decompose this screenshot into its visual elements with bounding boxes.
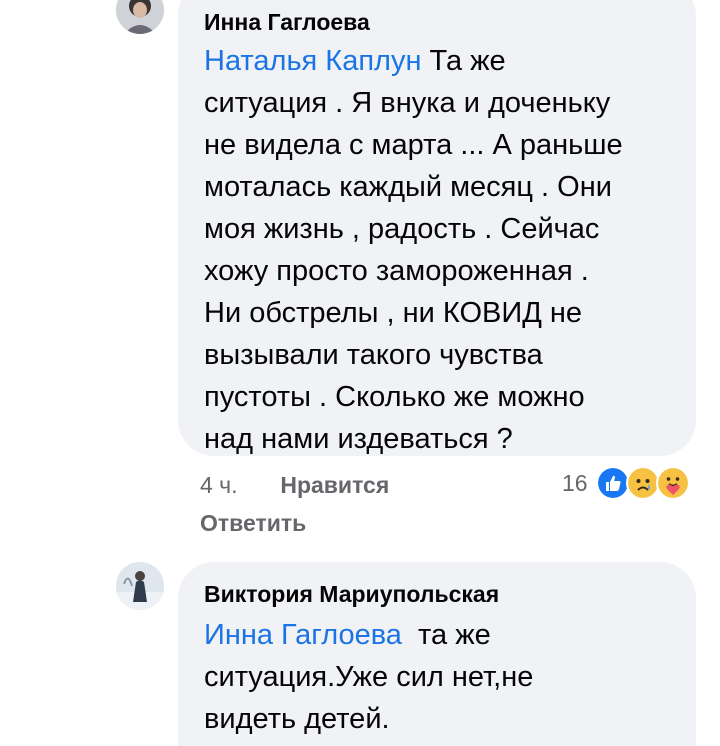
comment-text: Наталья Каплун Та же ситуация . Я внука … [204, 40, 670, 460]
comment-author[interactable]: Инна Гаглоева [204, 8, 670, 36]
comment-line: вызывали такого чувства [204, 339, 543, 371]
comment-thread: Инна Гаглоева Наталья Каплун Та же ситуа… [0, 0, 720, 746]
comment-line: ситуация . Я внука и доченьку [204, 87, 611, 119]
comment-bubble-1: Инна Гаглоева Наталья Каплун Та же ситуа… [178, 0, 696, 456]
comment-text: Инна Гаглоева та же ситуация.Уже сил нет… [204, 614, 670, 740]
comment-line: не видела с марта ... А раньше [204, 129, 623, 161]
comment-timestamp[interactable]: 4 ч. [200, 472, 238, 498]
reply-button[interactable]: Ответить [200, 510, 306, 536]
avatar-inna[interactable] [116, 0, 164, 34]
mention-link[interactable]: Инна Гаглоева [204, 619, 402, 651]
reply-row: Ответить [200, 510, 306, 537]
like-button[interactable]: Нравится [280, 472, 389, 498]
comment-line: видеть детей. [204, 703, 390, 735]
comment-line: Ни обстрелы , ни КОВИД не [204, 297, 583, 329]
reaction-summary[interactable]: 16 [562, 466, 690, 500]
sad-icon [625, 466, 660, 500]
comment-line: Наталья Каплун Та же [204, 40, 670, 82]
comment-bubble-2: Виктория Мариупольская Инна Гаглоева та … [178, 562, 696, 746]
like-icon [595, 466, 630, 500]
comment-line-text: Та же [429, 45, 506, 77]
comment-author[interactable]: Виктория Мариупольская [204, 580, 670, 608]
avatar-photo-icon [116, 562, 164, 610]
comment-line: пустоты . Сколько же можно [204, 381, 585, 413]
comment-actions: 4 ч. Нравится [200, 472, 389, 499]
avatar-viktoria[interactable] [116, 562, 164, 610]
mention-link[interactable]: Наталья Каплун [204, 45, 421, 77]
care-icon [655, 466, 690, 500]
comment-line: над нами издеваться ? [204, 423, 513, 455]
comment-line: хожу просто замороженная . [204, 255, 589, 287]
comment-line: ситуация.Уже сил нет,не [204, 661, 534, 693]
comment-line: моя жизнь , радость . Сейчас [204, 213, 600, 245]
reaction-count: 16 [562, 469, 588, 496]
avatar-photo-icon [116, 0, 164, 34]
comment-line: моталась каждый месяц . Они [204, 171, 612, 203]
comment-line: Инна Гаглоева та же [204, 614, 670, 656]
comment-line-text: та же [418, 619, 491, 651]
